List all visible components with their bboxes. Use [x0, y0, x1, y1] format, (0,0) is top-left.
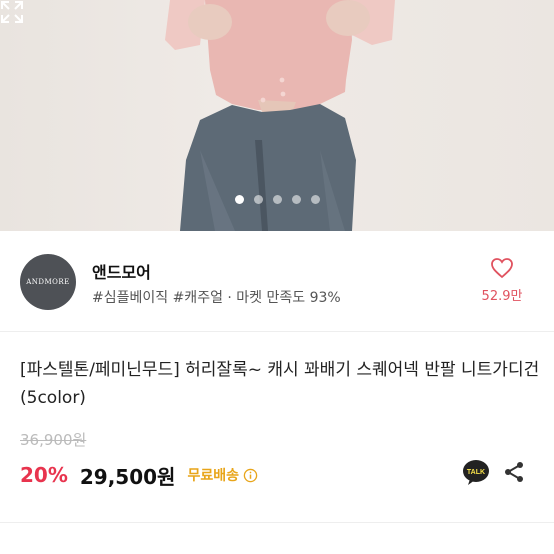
product-image-carousel[interactable] — [0, 0, 554, 231]
kakao-talk-icon[interactable]: TALK — [462, 458, 490, 486]
carousel-dot[interactable] — [253, 195, 263, 204]
like-count: 52.9만 — [481, 289, 523, 304]
carousel-indicator — [0, 195, 554, 204]
shop-tags: #심플베이직 #캐주얼 · 마켓 만족도 93% — [92, 290, 341, 306]
product-title: [파스텔톤/페미닌무드] 허리잘록~ 캐시 꽈배기 스퀘어넥 반팔 니트가디건 … — [20, 360, 540, 408]
carousel-dot[interactable] — [291, 195, 301, 204]
share-icon[interactable] — [502, 460, 526, 484]
discount-rate: 20% — [20, 463, 68, 487]
shop-name[interactable]: 앤드모어 — [92, 259, 151, 283]
shop-info[interactable]: ANDMORE 앤드모어 #심플베이직 #캐주얼 · 마켓 만족도 93% 52… — [0, 231, 554, 332]
price-row: 20% 29,500원 무료배송 — [20, 460, 258, 490]
info-icon[interactable] — [243, 468, 258, 483]
divider — [0, 522, 554, 523]
like-button[interactable]: 52.9만 — [472, 257, 532, 304]
sale-price: 29,500원 — [79, 464, 176, 489]
talk-label: TALK — [467, 469, 485, 476]
heart-icon — [491, 258, 513, 279]
original-price: 36,900원 — [20, 431, 87, 449]
expand-icon[interactable] — [0, 0, 24, 24]
shipping-label: 무료배송 — [187, 468, 239, 484]
carousel-dot[interactable] — [310, 195, 320, 204]
shipping-badge[interactable]: 무료배송 — [187, 465, 258, 485]
carousel-dot[interactable] — [272, 195, 282, 204]
shop-logo[interactable]: ANDMORE — [20, 254, 76, 310]
carousel-dot[interactable] — [234, 195, 244, 204]
shop-logo-text: ANDMORE — [26, 278, 70, 286]
